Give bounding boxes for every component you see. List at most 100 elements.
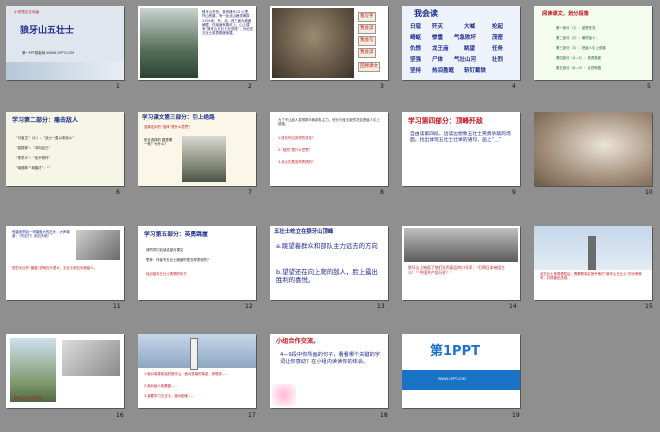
slide-4-word-8: 仇恨 bbox=[410, 46, 422, 52]
slide-thumbnail-11[interactable]: 他猛地举起一块磨盘大的石头，大声喊道：“同志们！用石头砸！” 把石头比作“磨盘”… bbox=[6, 226, 124, 300]
slide-4-word-13: 尸体 bbox=[432, 57, 444, 63]
slide-7-question: 选择这中的“选择”是什么意思？ bbox=[144, 125, 192, 129]
slide-thumbnail-15[interactable]: 这五壮士英勇牺牲后，晋察冀军区授予他们“狼牙山五壮士”的光荣称号，并修建纪念塔。 bbox=[534, 226, 652, 300]
slide-number-8: 8 bbox=[380, 189, 384, 196]
slide-thumbnail-9[interactable]: 学习第四部分：顶峰歼敌 自由读第四段，边读边想象五壮士英勇杀敌的场面。找出体现五… bbox=[402, 112, 520, 186]
slide-thumbnail-17[interactable]: 1.面对英雄而高的狼牙山，面对英雄的事迹，我想说…… 2.面对敌人我要做…… 3… bbox=[138, 334, 256, 408]
slide-4-word-10: 眺望 bbox=[464, 46, 476, 52]
slide-7-title: 学习课文第三部分：引上绝路 bbox=[142, 115, 215, 121]
slide-8-line-2: 1.班长作出怎样的决定？ bbox=[278, 136, 316, 140]
slide-11-battle-image bbox=[76, 230, 120, 260]
slide-4-word-4: 崎岖 bbox=[410, 35, 422, 41]
slide-13-b: b.望望还在向上爬的敌人，脸上露出胜利的喜悦。 bbox=[276, 268, 378, 284]
slide-6-line-3: “宋学义”：“也不例外” bbox=[16, 156, 51, 160]
slide-6-line-1: “马宝玉”（小）：“战士一直以来战斗” bbox=[16, 136, 74, 140]
slide-6-line-2: “葛振林”：“冲向自己” bbox=[16, 146, 51, 150]
slide-17-line-2: 2.面对敌人我要做…… bbox=[144, 384, 178, 388]
slide-thumbnail-5[interactable]: 阅读课文，划分段落 第一部分（1）：接受任务 第二部分（2）：痛歼敌人 第三部分… bbox=[534, 6, 652, 80]
slide-4-word-14: 气壮山河 bbox=[454, 57, 477, 63]
slide-number-6: 6 bbox=[116, 189, 120, 196]
slide-5-part-4: 第四部分（4—5）：英勇跳崖 bbox=[556, 56, 602, 60]
slide-16-tower-image bbox=[10, 338, 56, 402]
slide-3-button-1[interactable]: 我写字 bbox=[358, 12, 376, 22]
slide-4-word-3: 抡起 bbox=[492, 24, 504, 30]
slide-4-word-1: 歼灭 bbox=[432, 24, 444, 30]
slide-17-line-1: 1.面对英雄而高的狼牙山，面对英雄的事迹，我想说…… bbox=[144, 372, 229, 376]
slide-5-title: 阅读课文，划分段落 bbox=[542, 11, 589, 17]
slide-18-title: 小组合作交流。 bbox=[276, 338, 320, 345]
slide-12-line-1: 请同学们自读这部分课文 bbox=[146, 248, 184, 252]
slide-number-17: 17 bbox=[248, 412, 256, 419]
slide-17-tower-shape bbox=[190, 338, 198, 370]
slide-7-cliff-image bbox=[182, 136, 226, 182]
slide-thumbnail-8[interactable]: 为了不让敌人发现群众和部队主力，班长马宝玉毅然决定把敌人引上绝路。 1.班长作出… bbox=[270, 112, 388, 186]
slide-7-side: 班长选择的 路是哪一条？为什么？ bbox=[144, 138, 173, 147]
slide-1-footer: 第一PPT模板网-WWW.1PPT.COM bbox=[22, 51, 75, 55]
slide-thumbnail-12[interactable]: 学习第五部分：英勇跳崖 请同学们自读这部分课文 思考：作者写五壮士跳崖时是怎样表… bbox=[138, 226, 256, 300]
slide-thumbnail-7[interactable]: 学习课文第三部分：引上绝路 选择这中的“选择”是什么意思？ 班长选择的 路是哪一… bbox=[138, 112, 256, 186]
slide-9-text: 自由读第四段，边读边想象五壮士英勇杀敌的场面。找出体现五壮士壮举的语句，画上“＿… bbox=[410, 132, 511, 143]
slide-12-title: 学习第五部分：英勇跳崖 bbox=[144, 232, 208, 238]
slide-number-7: 7 bbox=[248, 189, 252, 196]
slide-thumbnail-10[interactable] bbox=[534, 112, 652, 186]
slide-thumbnail-18[interactable]: 小组合作交流。 4—9段中你所画的句子，看看哪个关键的字词让你感动？在小组内读读… bbox=[270, 334, 388, 408]
slide-number-13: 13 bbox=[377, 303, 385, 310]
slide-3-statue-image bbox=[272, 8, 354, 78]
slide-4-word-7: 茂密 bbox=[492, 35, 504, 41]
slide-number-15: 15 bbox=[645, 303, 653, 310]
slide-5-part-1: 第一部分（1）：接受任务 bbox=[556, 26, 596, 30]
slide-6-line-4: “胡德林”“胡福才”：“” bbox=[16, 166, 51, 170]
slide-thumbnail-6[interactable]: 学习第二部分：痛击敌人 “马宝玉”（小）：“战士一直以来战斗” “葛振林”：“冲… bbox=[6, 112, 124, 186]
slide-3-button-5[interactable]: 回顾课文 bbox=[358, 62, 380, 72]
slide-4-word-0: 日寇 bbox=[410, 24, 422, 30]
slide-9-title: 学习第四部分：顶峰歼敌 bbox=[408, 117, 483, 125]
slide-15-tower-shape bbox=[588, 236, 596, 270]
slide-3-button-4[interactable]: 我会读 bbox=[358, 48, 376, 58]
slide-number-9: 9 bbox=[512, 189, 516, 196]
slide-4-word-6: 气急败坏 bbox=[454, 35, 477, 41]
slide-14-soldier-image bbox=[404, 228, 518, 262]
slide-14-text: 狼牙山上响起了他们壮烈豪迈的口号声：“打倒日本帝国主义！”“中国共产党万岁！” bbox=[408, 265, 505, 275]
slide-3-button-2[interactable]: 我会读 bbox=[358, 24, 376, 34]
slide-thumbnail-2[interactable]: 狼牙山东西，各有峰头15 公里，环山有路，有一处北山峰顶海拔1105米。东、北、… bbox=[138, 6, 256, 80]
slide-6-title: 学习第二部分：痛击敌人 bbox=[12, 117, 79, 124]
slide-number-16: 16 bbox=[116, 412, 124, 419]
slide-13-a: a.眺望着群众和部队主力远去的方向 bbox=[276, 242, 378, 250]
slide-8-line-3: 2.“毅然”是什么意思？ bbox=[278, 148, 312, 152]
slide-15-text: 这五壮士英勇牺牲后，晋察冀军区授予他们“狼牙山五壮士”的光荣称号，并修建纪念塔。 bbox=[540, 272, 642, 281]
slide-thumbnail-1[interactable]: 小学语文五年级 狼牙山五壮士 第一PPT模板网-WWW.1PPT.COM bbox=[6, 6, 124, 80]
slide-number-5: 5 bbox=[647, 83, 651, 90]
slide-1-decoration bbox=[6, 62, 124, 80]
slide-4-word-17: 热泪盈眶 bbox=[432, 68, 455, 74]
slide-thumbnail-19[interactable]: 第1PPT WWW.1PPT.COM bbox=[402, 334, 520, 408]
slide-2-text: 狼牙山东西，各有峰头15 公里，环山有路，有一处北山峰顶海拔1105米。东、北、… bbox=[202, 10, 253, 36]
slide-number-1: 1 bbox=[116, 83, 120, 90]
slide-5-part-3: 第三部分（3）：把敌人引上绝路 bbox=[556, 46, 606, 50]
slide-12-line-3: 找出描写五壮士表情的句子 bbox=[146, 272, 187, 276]
slide-thumbnail-3[interactable]: 我写字 我会读 我会写 我会读 回顾课文 bbox=[270, 6, 388, 80]
slide-2-mountain-image bbox=[140, 8, 198, 78]
slide-4-word-9: 龙王庙 bbox=[432, 46, 449, 52]
slide-13-title: 五壮士屹立在狼牙山顶峰 bbox=[274, 229, 334, 235]
slide-1-title: 狼牙山五壮士 bbox=[20, 26, 75, 36]
slide-thumbnail-14[interactable]: 狼牙山上响起了他们壮烈豪迈的口号声：“打倒日本帝国主义！”“中国共产党万岁！” bbox=[402, 226, 520, 300]
slide-4-word-11: 任务 bbox=[492, 46, 504, 52]
slide-number-4: 4 bbox=[512, 83, 516, 90]
slide-number-19: 19 bbox=[512, 412, 520, 419]
slide-16-caption: 狼牙山壮士纪念塔 bbox=[14, 396, 42, 400]
slide-17-line-3: 3.我要学习五壮士，面对困难…… bbox=[144, 394, 195, 398]
slide-thumbnail-4[interactable]: 我会读 日寇 歼灭 大喊 抡起 崎岖 惨重 气急败坏 茂密 仇恨 龙王庙 眺望 … bbox=[402, 6, 520, 80]
slide-5-part-2: 第二部分（2）：痛歼敌人 bbox=[556, 36, 596, 40]
slide-11-text: 他猛地举起一块磨盘大的石头，大声喊道：“同志们！用石头砸！” bbox=[12, 230, 70, 239]
slide-4-title: 我会读 bbox=[414, 9, 438, 18]
slide-10-monument-image bbox=[534, 112, 652, 186]
slide-number-2: 2 bbox=[248, 83, 252, 90]
slide-4-word-16: 坚持 bbox=[410, 68, 422, 74]
slide-number-18: 18 bbox=[380, 412, 388, 419]
slide-18-text: 4—9段中你所画的句子，看看哪个关键的字词让你感动？在小组内读读你的体会。 bbox=[280, 352, 380, 365]
slide-8-line-1: 为了不让敌人发现群众和部队主力，班长马宝玉毅然决定把敌人引上绝路。 bbox=[278, 118, 380, 127]
slide-3-button-3[interactable]: 我会写 bbox=[358, 36, 376, 46]
slide-thumbnail-13[interactable]: 五壮士屹立在狼牙山顶峰 a.眺望着群众和部队主力远去的方向 b.望望还在向上爬的… bbox=[270, 226, 388, 300]
slide-1-grade: 小学语文五年级 bbox=[14, 10, 40, 14]
slide-thumbnail-16[interactable]: 狼牙山壮士纪念塔 bbox=[6, 334, 124, 408]
